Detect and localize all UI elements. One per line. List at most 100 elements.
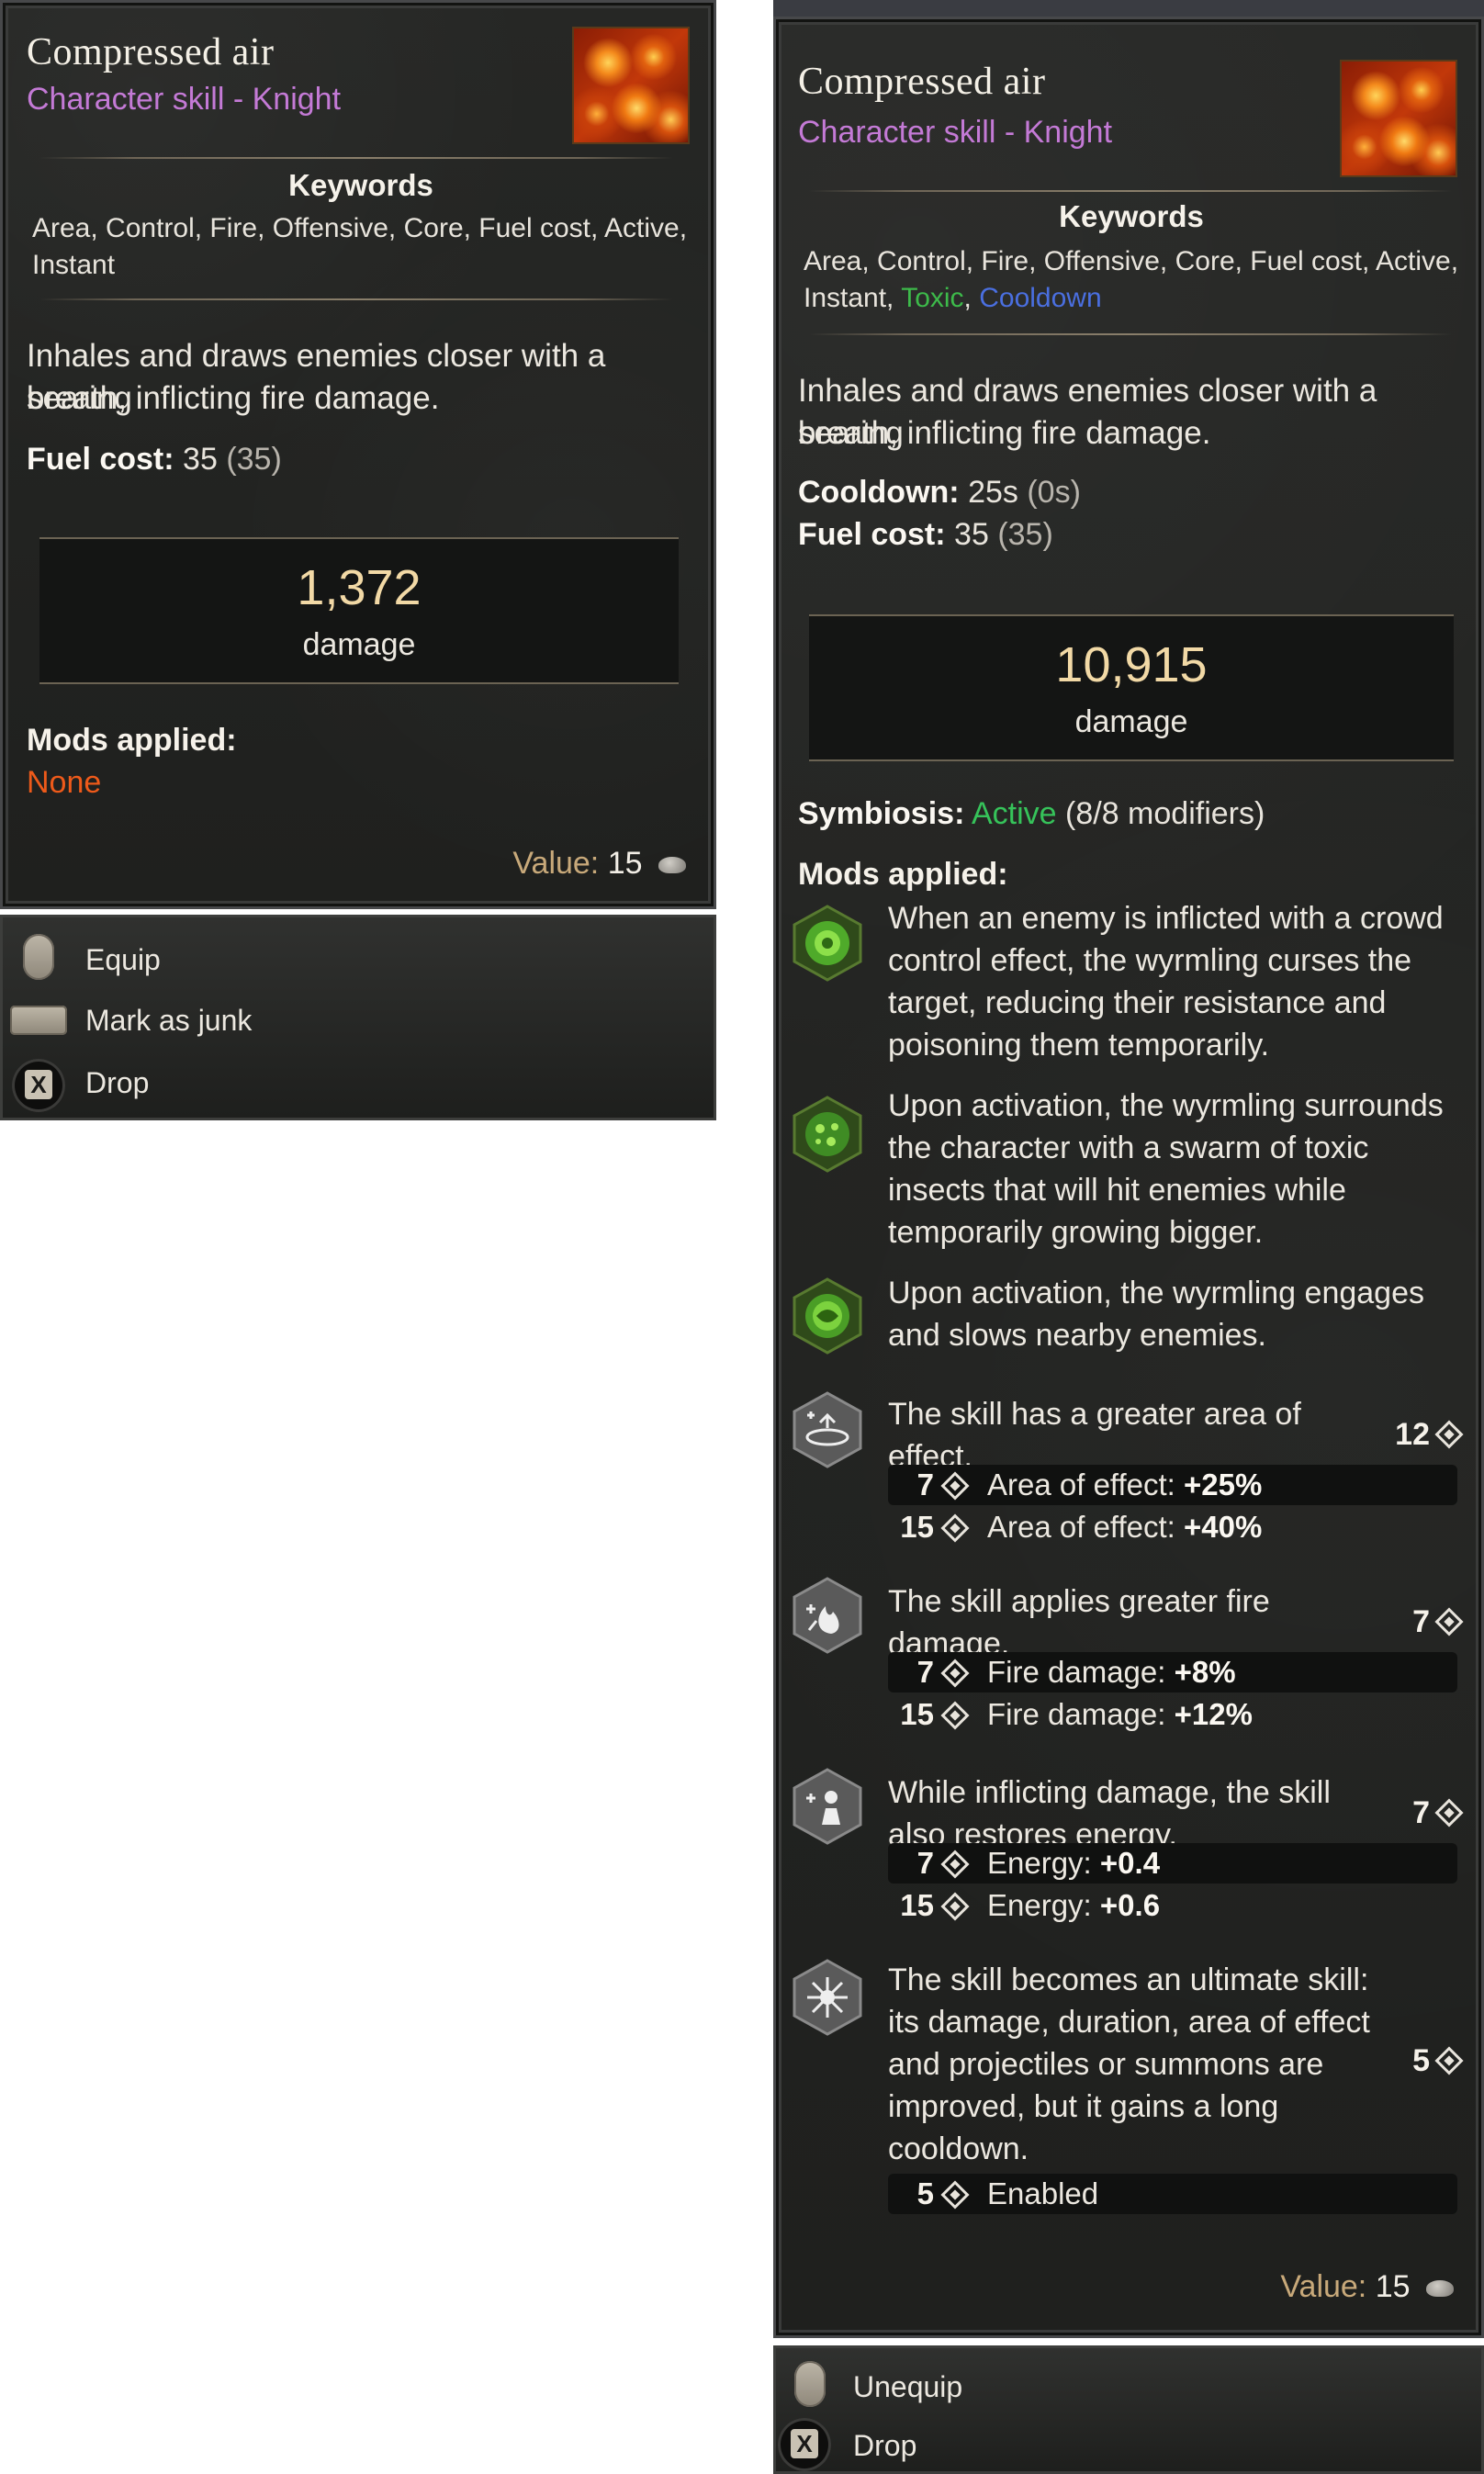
tier-num: 7 (916, 1468, 934, 1501)
tier-text: Fire damage: +12% (987, 1697, 1253, 1731)
symbiosis-active: Active (971, 796, 1057, 831)
tier-num: 15 (900, 1510, 934, 1544)
mod-5-line-1: The skill applies greater fire (888, 1584, 1270, 1619)
tier-row: 15 Fire damage: +12% (888, 1694, 1457, 1735)
keywords-heading: Keywords (288, 168, 433, 202)
tier-diamond-icon (940, 1701, 970, 1730)
tier-diamond-icon (940, 1471, 970, 1501)
fuel-cost-base: (35) (226, 442, 282, 477)
tier-diamond-icon (940, 1892, 970, 1921)
description-line-2: breath, inflicting fire damage. (798, 415, 1211, 451)
mark-as-junk-action[interactable]: Mark as junk (85, 1004, 252, 1038)
value-amount: 15 (607, 846, 643, 881)
keywords-line-2: Instant (32, 250, 116, 280)
mod-7-line-5: cooldown. (888, 2131, 1029, 2166)
drop-action[interactable]: Drop (853, 2429, 916, 2463)
equip-action[interactable]: Equip (85, 943, 161, 977)
tier-row: 5 Enabled (888, 2174, 1457, 2214)
mod-1-line-3: target, reducing their resistance and (888, 985, 1387, 1020)
fuel-cost-value: 35 (954, 517, 989, 552)
tier-diamond-icon (940, 1850, 970, 1879)
cooldown-value: 25s (968, 475, 1018, 510)
damage-label: damage (1074, 704, 1188, 739)
mouse-icon (23, 934, 54, 980)
mod-3-line-1: Upon activation, the wyrmling engages (888, 1276, 1424, 1310)
tier-diamond-icon (940, 1513, 970, 1543)
drop-action[interactable]: Drop (85, 1066, 149, 1100)
tier-text: Fire damage: +8% (987, 1655, 1236, 1689)
currency-icon (658, 857, 686, 874)
top-strip (773, 0, 1484, 18)
divider (39, 157, 673, 159)
mod-2-text: Upon activation, the wyrmling surrounds … (888, 1085, 1444, 1254)
tier-row: 15 Area of effect: +40% (888, 1507, 1457, 1547)
cooldown-label: Cooldown: (798, 475, 960, 510)
tier-row: 7 Energy: +0.4 (888, 1843, 1457, 1884)
tier-text: Area of effect: +25% (987, 1468, 1263, 1501)
tier-diamond-icon (940, 1659, 970, 1688)
tier-num: 7 (916, 1846, 934, 1880)
item-value: Value: 15 (512, 846, 686, 882)
tier-text: Area of effect: +40% (987, 1510, 1263, 1544)
damage-box: 10,915 damage (809, 614, 1454, 761)
skill-subtitle: Character skill - Knight (27, 82, 342, 117)
right-action-bar: Unequip X Drop (773, 2345, 1484, 2474)
damage-value: 1,372 (297, 560, 422, 615)
keyword-separator: , (963, 283, 980, 313)
mod-1-line-2: control effect, the wyrmling curses the (888, 943, 1412, 978)
compressed-air-skill-icon (1340, 60, 1457, 177)
damage-box: 1,372 damage (39, 537, 679, 684)
insect-swarm-icon[interactable] (789, 1096, 866, 1173)
mods-applied-heading: Mods applied: (798, 857, 1008, 892)
mod-4-rank: 12 (1395, 1417, 1464, 1453)
damage-value: 10,915 (1055, 637, 1208, 692)
mod-5-rank: 7 (1412, 1604, 1464, 1640)
tier-num: 5 (916, 2176, 934, 2210)
fire-damage-icon[interactable] (789, 1577, 866, 1654)
skill-subtitle: Character skill - Knight (798, 115, 1113, 150)
mod-2-line-2: the character with a swarm of toxic (888, 1130, 1369, 1165)
value-amount: 15 (1375, 2269, 1411, 2304)
symbiosis-status: Symbiosis: Active (8/8 modifiers) (798, 796, 1265, 832)
rank-diamond-icon (1434, 2046, 1464, 2075)
divider (809, 333, 1452, 335)
mod-7-line-2: its damage, duration, area of effect (888, 2005, 1370, 2040)
ultimate-skill-icon[interactable] (789, 1959, 866, 2036)
left-action-bar: Equip Mark as junk X Drop (0, 915, 716, 1120)
damage-label: damage (302, 627, 416, 662)
keyword-instant: Instant, (804, 283, 902, 313)
divider (809, 190, 1452, 192)
area-of-effect-icon[interactable] (789, 1391, 866, 1468)
divider (39, 298, 673, 300)
description-line-2: breath, inflicting fire damage. (27, 380, 440, 416)
symbiosis-label: Symbiosis: (798, 796, 965, 831)
keyword-cooldown: Cooldown (979, 283, 1102, 313)
symbiosis-count: (8/8 modifiers) (1065, 796, 1265, 831)
mods-none-label: None (27, 765, 102, 800)
fuel-cost-label: Fuel cost: (798, 517, 946, 552)
skill-title: Compressed air (798, 61, 1046, 103)
value-label: Value: (512, 846, 600, 881)
fuel-cost-stat: Fuel cost: 35 (35) (798, 517, 1053, 553)
toxic-curse-icon[interactable] (789, 905, 866, 982)
fuel-cost-label: Fuel cost: (27, 442, 174, 477)
wyrmling-slow-icon[interactable] (789, 1277, 866, 1355)
mod-7-line-4: improved, but it gains a long (888, 2089, 1279, 2124)
spacebar-key-icon (10, 1006, 67, 1035)
item-value: Value: 15 (1280, 2269, 1454, 2305)
tier-num: 15 (900, 1697, 934, 1731)
mod-4-line-1: The skill has a greater area of (888, 1397, 1301, 1432)
rank-diamond-icon (1434, 1420, 1464, 1449)
mod-1-line-1: When an enemy is inflicted with a crowd (888, 901, 1444, 936)
rank-diamond-icon (1434, 1607, 1464, 1636)
mod-3-text: Upon activation, the wyrmling engages an… (888, 1272, 1424, 1356)
keywords-line-2: Instant, Toxic, Cooldown (804, 280, 1102, 317)
right-tooltip-card: Compressed air Character skill - Knight … (773, 17, 1484, 2338)
unequip-action[interactable]: Unequip (853, 2370, 962, 2404)
tier-text: Energy: +0.6 (987, 1888, 1161, 1922)
energy-restore-icon[interactable] (789, 1768, 866, 1845)
fuel-cost-base: (35) (997, 517, 1053, 552)
skill-title: Compressed air (27, 31, 275, 73)
tier-text: Energy: +0.4 (987, 1846, 1161, 1880)
mod-6-rank-value: 7 (1412, 1795, 1430, 1830)
